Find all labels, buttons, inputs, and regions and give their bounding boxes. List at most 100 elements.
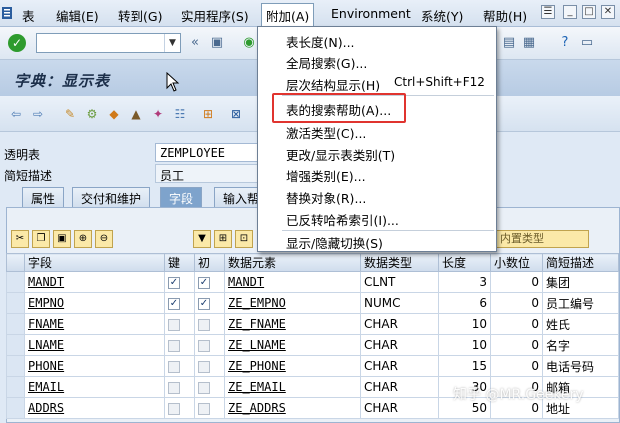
table-row[interactable]: LNAME ZE_LNAME CHAR 10 0 名字 — [6, 334, 619, 356]
delete-row-icon[interactable]: ⊖ — [95, 230, 113, 248]
menu-item-table-width[interactable]: 表长度(N)... — [286, 32, 355, 51]
tab-fields[interactable]: 字段 — [160, 187, 203, 207]
field-name-cell[interactable]: MANDT — [24, 271, 165, 293]
row-selector[interactable] — [6, 355, 25, 377]
minimize-icon[interactable]: _ — [563, 5, 577, 19]
data-element-cell[interactable]: ZE_PHONE — [224, 355, 361, 377]
activate-icon[interactable]: ▲ — [128, 106, 144, 122]
row-selector[interactable] — [6, 292, 25, 314]
menu-system[interactable]: 系统(Y) — [421, 6, 463, 25]
field-name-cell[interactable]: EMAIL — [24, 376, 165, 398]
table-row[interactable]: PHONE ZE_PHONE CHAR 15 0 电话号码 — [6, 355, 619, 377]
table-row[interactable]: MANDT ✓ ✓ MANDT CLNT 3 0 集团 — [6, 271, 619, 293]
key-checkbox[interactable]: ✓ — [168, 276, 180, 289]
menu-environment[interactable]: Environment — [331, 6, 411, 21]
table-row[interactable]: EMPNO ✓ ✓ ZE_EMPNO NUMC 6 0 员工编号 — [6, 292, 619, 314]
command-field[interactable]: ▼ — [36, 33, 181, 53]
row-selector[interactable] — [6, 271, 25, 293]
edit-toggle-icon[interactable]: ✎ — [62, 106, 78, 122]
row-selector-header[interactable] — [6, 253, 25, 272]
cut-icon[interactable]: ✂ — [11, 230, 29, 248]
column-header-field[interactable]: 字段 — [24, 253, 165, 272]
check-icon[interactable]: ◆ — [106, 106, 122, 122]
key-checkbox[interactable] — [168, 339, 180, 352]
data-element-cell[interactable]: ZE_EMAIL — [224, 376, 361, 398]
row-selector[interactable] — [6, 313, 25, 335]
column-header-data-element[interactable]: 数据元素 — [224, 253, 361, 272]
back-arrow-icon[interactable]: ⇦ — [8, 106, 24, 122]
field-name-cell[interactable]: EMPNO — [24, 292, 165, 314]
menu-extras[interactable]: 附加(A) — [261, 3, 315, 28]
key-checkbox[interactable] — [168, 360, 180, 373]
menu-utilities[interactable]: 实用程序(S) — [181, 6, 249, 25]
filter-icon[interactable]: ▼ — [193, 230, 211, 248]
paste-icon[interactable]: ▣ — [53, 230, 71, 248]
data-element-cell[interactable]: ZE_FNAME — [224, 313, 361, 335]
initial-checkbox[interactable] — [198, 402, 210, 415]
initial-checkbox[interactable] — [198, 360, 210, 373]
field-name-cell[interactable]: FNAME — [24, 313, 165, 335]
initial-checkbox[interactable]: ✓ — [198, 297, 210, 310]
menu-goto[interactable]: 转到(G) — [118, 6, 162, 25]
chevron-down-icon[interactable]: ▼ — [164, 34, 180, 52]
tab-delivery-maintenance[interactable]: 交付和维护 — [72, 187, 151, 207]
initial-checkbox[interactable]: ✓ — [198, 276, 210, 289]
menu-table[interactable]: 表 — [22, 6, 35, 25]
monitor-icon[interactable]: ▭ — [578, 34, 596, 52]
sap-menu-icon[interactable] — [0, 4, 16, 22]
double-left-icon[interactable]: « — [186, 34, 204, 52]
menu-edit[interactable]: 编辑(E) — [56, 6, 99, 25]
menu-help[interactable]: 帮助(H) — [483, 6, 527, 25]
copy-icon[interactable]: ❐ — [32, 230, 50, 248]
short-description-field[interactable]: 员工 — [155, 164, 265, 183]
menu-item-show-hide-toggle[interactable]: 显示/隐藏切换(S) — [286, 233, 383, 252]
customize-layout-icon[interactable]: ☰ — [541, 5, 555, 19]
key-checkbox[interactable] — [168, 402, 180, 415]
object-list-icon[interactable]: ☷ — [172, 106, 188, 122]
where-used-icon[interactable]: ✦ — [150, 106, 166, 122]
field-name-cell[interactable]: LNAME — [24, 334, 165, 356]
column-header-initial[interactable]: 初 — [194, 253, 225, 272]
key-checkbox[interactable] — [168, 381, 180, 394]
hierarchy-icon[interactable]: ⊞ — [200, 106, 216, 122]
field-name-cell[interactable]: ADDRS — [24, 397, 165, 419]
table-row[interactable]: FNAME ZE_FNAME CHAR 10 0 姓氏 — [6, 313, 619, 335]
column-header-decimals[interactable]: 小数位 — [490, 253, 543, 272]
save-icon[interactable]: ▣ — [208, 34, 226, 52]
close-icon[interactable]: ✕ — [601, 5, 615, 19]
data-element-cell[interactable]: ZE_LNAME — [224, 334, 361, 356]
field-name-cell[interactable]: PHONE — [24, 355, 165, 377]
initial-checkbox[interactable] — [198, 381, 210, 394]
column-header-short-description[interactable]: 简短描述 — [542, 253, 619, 272]
menu-item-replacement-object[interactable]: 替换对象(R)... — [286, 188, 366, 207]
menu-item-enhancement-category[interactable]: 增强类别(E)... — [286, 166, 366, 185]
layout-icon[interactable]: ⊞ — [214, 230, 232, 248]
key-checkbox[interactable] — [168, 318, 180, 331]
menu-item-change-table-category[interactable]: 更改/显示表类别(T) — [286, 145, 395, 164]
initial-checkbox[interactable] — [198, 318, 210, 331]
row-selector[interactable] — [6, 397, 25, 419]
data-element-cell[interactable]: ZE_EMPNO — [224, 292, 361, 314]
row-selector[interactable] — [6, 376, 25, 398]
insert-row-icon[interactable]: ⊕ — [74, 230, 92, 248]
new-session-icon[interactable]: ▦ — [520, 34, 538, 52]
column-header-data-type[interactable]: 数据类型 — [360, 253, 439, 272]
initial-checkbox[interactable] — [198, 339, 210, 352]
tab-attributes[interactable]: 属性 — [22, 187, 65, 207]
enter-icon[interactable]: ✓ — [8, 34, 26, 52]
column-header-length[interactable]: 长度 — [438, 253, 491, 272]
help-icon[interactable]: ? — [556, 34, 574, 52]
menu-item-global-search[interactable]: 全局搜索(G)... — [286, 53, 367, 72]
row-selector[interactable] — [6, 334, 25, 356]
data-element-cell[interactable]: ZE_ADDRS — [224, 397, 361, 419]
menu-item-hierarchy-display[interactable]: 层次结构显示(H) — [286, 75, 380, 94]
menu-item-reverse-hash-index[interactable]: 已反转哈希索引(I)... — [286, 210, 399, 229]
maximize-icon[interactable]: □ — [582, 5, 596, 19]
data-element-cell[interactable]: MANDT — [224, 271, 361, 293]
layout-icon[interactable]: ▤ — [500, 34, 518, 52]
predefined-type-button[interactable]: 内置类型 — [495, 230, 589, 248]
other-object-icon[interactable]: ⚙ — [84, 106, 100, 122]
column-header-key[interactable]: 键 — [164, 253, 195, 272]
table-name-field[interactable]: ZEMPLOYEE — [155, 143, 265, 162]
key-checkbox[interactable]: ✓ — [168, 297, 180, 310]
